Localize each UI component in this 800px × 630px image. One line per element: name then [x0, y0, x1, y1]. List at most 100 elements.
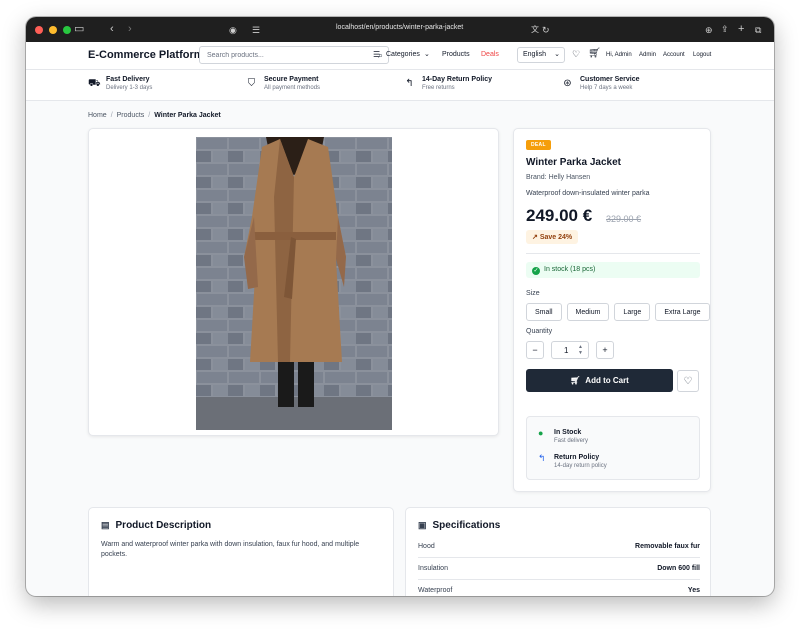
spec-value: Removable faux fur: [635, 543, 700, 550]
feature-return-policy: ↰ 14-Day Return Policy Free returns: [404, 75, 492, 92]
spec-key: Hood: [418, 543, 435, 550]
quantity-input[interactable]: 1 ▲ ▼: [551, 341, 589, 359]
language-select[interactable]: English ⌄: [517, 47, 565, 63]
description-heading: ▤ Product Description: [101, 520, 211, 531]
quantity-label: Quantity: [526, 328, 553, 335]
specifications-heading: ▣ Specifications: [418, 520, 500, 531]
back-arrow-icon[interactable]: ‹: [110, 22, 114, 36]
info-in-stock: ● In Stock Fast delivery: [538, 428, 588, 445]
spec-key: Insulation: [418, 565, 448, 572]
stock-text: In stock (18 pcs): [544, 266, 596, 273]
spinner-arrows-icon[interactable]: ▲ ▼: [578, 344, 583, 356]
coat-photo-illustration: [196, 137, 392, 430]
feature-title: Customer Service: [580, 76, 640, 83]
translate-icon[interactable]: 文: [531, 23, 539, 37]
quantity-stepper: − 1 ▲ ▼ +: [526, 341, 614, 359]
feature-subtitle: Free returns: [422, 85, 455, 91]
spec-value: Down 600 fill: [657, 565, 700, 572]
share-icon[interactable]: ⇪: [721, 22, 729, 36]
nav-deals-link[interactable]: Deals: [481, 51, 499, 58]
specifications-title: Specifications: [432, 520, 501, 531]
user-greeting: Hi, Admin: [606, 52, 632, 58]
check-circle-icon: ✓: [532, 267, 540, 275]
return-arrow-icon: ↰: [405, 78, 414, 89]
download-icon[interactable]: ⊕: [705, 23, 713, 37]
cart-icon[interactable]: 🛒︎: [588, 48, 601, 59]
feature-strip: ⛟ Fast Delivery Delivery 1-3 days ⛉ Secu…: [26, 70, 774, 101]
specifications-card: ▣ Specifications Hood Removable faux fur…: [405, 507, 711, 596]
minimize-window-button[interactable]: [49, 25, 57, 34]
main-navigation: E-Commerce Platform ⌕ ☰ Categories ⌄ Pro…: [26, 42, 774, 70]
info-subtitle: 14-day return policy: [554, 463, 607, 469]
purchase-panel: DEAL Winter Parka Jacket Brand: Helly Ha…: [513, 128, 711, 492]
size-option-extra-large[interactable]: Extra Large: [655, 303, 710, 321]
privacy-shield-icon[interactable]: ◉: [229, 23, 237, 37]
breadcrumb-products[interactable]: Products: [117, 112, 145, 119]
browser-window: ▭ ‹ › ◉ ☰ localhost/en/products/winter-p…: [26, 17, 774, 596]
product-image[interactable]: [196, 137, 392, 430]
size-options: Small Medium Large Extra Large: [526, 303, 710, 321]
page-settings-icon[interactable]: ☰: [252, 23, 260, 37]
size-option-large[interactable]: Large: [614, 303, 651, 321]
search-input[interactable]: [207, 50, 357, 61]
description-text: Warm and waterproof winter parka with do…: [101, 541, 360, 558]
add-to-cart-button[interactable]: 🛒︎ Add to Cart: [526, 369, 673, 392]
support-icon: ⊛: [563, 78, 572, 89]
brand-logo[interactable]: E-Commerce Platform: [88, 49, 204, 61]
shield-icon: ⛉: [247, 78, 256, 89]
feature-secure-payment: ⛉ Secure Payment All payment methods: [246, 75, 320, 92]
new-tab-icon[interactable]: +: [738, 22, 744, 36]
language-value: English: [523, 51, 546, 58]
nav-account-link[interactable]: Account: [663, 52, 685, 58]
breadcrumb-separator: /: [148, 112, 151, 119]
feature-subtitle: All payment methods: [264, 85, 321, 91]
feature-subtitle: Delivery 1-3 days: [106, 85, 153, 91]
close-window-button[interactable]: [35, 25, 43, 34]
description-title: Product Description: [115, 520, 212, 531]
nav-logout-link[interactable]: Logout: [693, 52, 711, 58]
stock-status: ✓ In stock (18 pcs): [526, 262, 700, 278]
size-option-medium[interactable]: Medium: [566, 303, 610, 321]
feature-title: 14-Day Return Policy: [422, 76, 493, 83]
deal-badge: DEAL: [526, 140, 551, 150]
product-image-card: [88, 128, 499, 436]
heart-icon: ♡: [683, 375, 693, 387]
nav-products-link[interactable]: Products: [442, 51, 470, 58]
search-box[interactable]: ⌕: [199, 46, 389, 64]
sidebar-toggle-icon[interactable]: ▭: [74, 22, 84, 36]
address-bar[interactable]: localhost/en/products/winter-parka-jacke…: [336, 24, 463, 31]
chevron-down-icon: ⌄: [424, 51, 430, 58]
original-price: 329.00 €: [606, 214, 642, 224]
add-to-wishlist-button[interactable]: ♡: [677, 370, 699, 392]
increase-quantity-button[interactable]: +: [596, 341, 614, 359]
maximize-window-button[interactable]: [63, 25, 71, 34]
wishlist-heart-icon[interactable]: ♡: [572, 49, 580, 60]
reload-icon[interactable]: ↻: [542, 23, 550, 37]
product-description-card: ▤ Product Description Warm and waterproo…: [88, 507, 394, 596]
spec-value: Yes: [687, 587, 700, 594]
breadcrumb-separator: /: [110, 112, 113, 119]
panel-divider: [526, 253, 700, 254]
check-circle-icon: ●: [538, 428, 544, 438]
product-brand: Brand: Helly Hansen: [526, 174, 591, 181]
truck-icon: ⛟: [88, 78, 101, 89]
decrease-quantity-button[interactable]: −: [526, 341, 544, 359]
forward-arrow-icon[interactable]: ›: [128, 22, 132, 36]
info-subtitle: Fast delivery: [554, 438, 589, 444]
cart-icon: 🛒︎: [570, 376, 581, 385]
feature-customer-service: ⊛ Customer Service Help 7 days a week: [562, 75, 640, 92]
categories-dropdown[interactable]: Categories: [386, 51, 420, 58]
product-title: Winter Parka Jacket: [526, 157, 621, 168]
nav-admin-link[interactable]: Admin: [639, 52, 656, 58]
breadcrumb: Home / Products / Winter Parka Jacket: [88, 112, 221, 119]
tab-overview-icon[interactable]: ⧉: [755, 23, 761, 37]
savings-text: Save 24%: [539, 234, 573, 241]
browser-titlebar: ▭ ‹ › ◉ ☰ localhost/en/products/winter-p…: [26, 17, 774, 42]
info-title: In Stock: [554, 429, 582, 436]
feature-subtitle: Help 7 days a week: [580, 85, 633, 91]
breadcrumb-home[interactable]: Home: [88, 112, 107, 119]
info-return-policy: ↰ Return Policy 14-day return policy: [538, 453, 607, 470]
document-icon: ▤: [101, 520, 110, 530]
size-option-small[interactable]: Small: [526, 303, 562, 321]
categories-menu-icon[interactable]: ☰: [373, 50, 380, 59]
